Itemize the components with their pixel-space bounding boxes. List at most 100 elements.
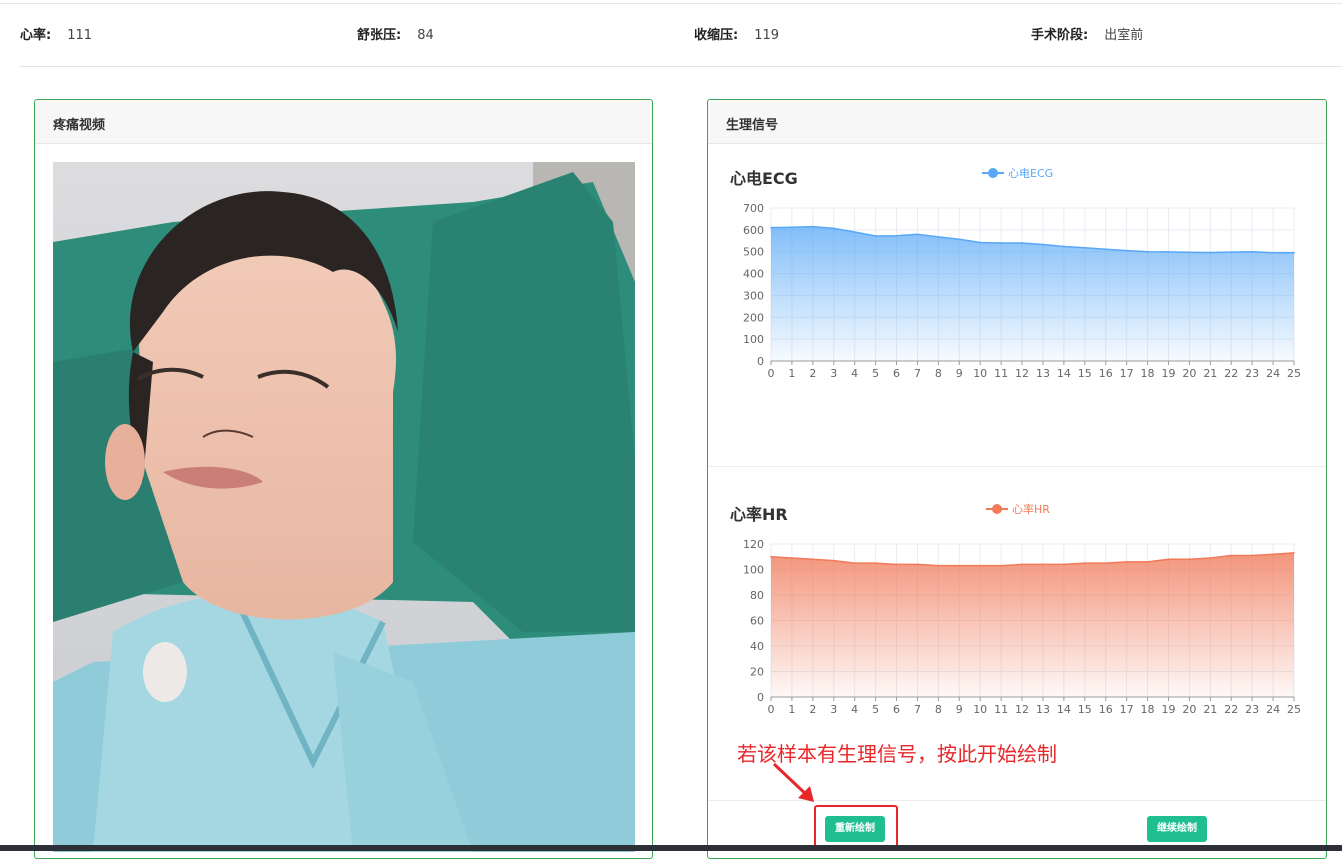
x-tick-label: 3 (830, 703, 837, 716)
x-tick-label: 13 (1036, 367, 1050, 380)
x-tick-label: 24 (1266, 703, 1280, 716)
y-tick-label: 300 (743, 289, 764, 302)
ecg-legend[interactable]: 心电ECG (982, 165, 1053, 181)
data-point (1146, 250, 1149, 253)
chart-divider (708, 466, 1326, 467)
data-point (958, 564, 961, 567)
y-tick-label: 100 (743, 333, 764, 346)
hr-legend[interactable]: 心率HR (986, 501, 1050, 517)
data-point (1188, 558, 1191, 561)
legend-marker-icon (986, 504, 1008, 514)
data-point (1230, 554, 1233, 557)
panel-title: 疼痛视频 (35, 100, 652, 144)
x-tick-label: 25 (1287, 367, 1301, 380)
y-tick-label: 0 (757, 691, 764, 704)
data-point (937, 564, 940, 567)
data-point (1209, 251, 1212, 254)
x-tick-label: 11 (994, 703, 1008, 716)
data-point (979, 241, 981, 244)
data-point (1251, 554, 1253, 557)
y-tick-label: 0 (757, 355, 764, 368)
data-point (1084, 246, 1086, 249)
top-divider (0, 3, 1342, 4)
x-tick-label: 14 (1057, 367, 1071, 380)
x-tick-label: 9 (956, 367, 963, 380)
x-tick-label: 9 (956, 703, 963, 716)
ecg-plot: 01002003004005006007000 1 2 3 4 5 6 7 8 9 10 11 12 13… (743, 202, 1301, 380)
data-point (1209, 557, 1212, 559)
vitals-divider (20, 66, 1342, 67)
x-tick-label: 5 (872, 367, 879, 380)
data-point (1042, 243, 1044, 246)
x-tick-label: 13 (1036, 703, 1050, 716)
y-tick-label: 60 (750, 615, 764, 628)
x-tick-label: 17 (1120, 367, 1134, 380)
video-frame-image (53, 162, 635, 852)
x-tick-label: 8 (935, 703, 942, 716)
x-tick-label: 0 (768, 367, 775, 380)
vital-surgery-stage: 手术阶段: 出室前 (1031, 24, 1143, 43)
data-point (770, 555, 772, 558)
data-point (812, 225, 814, 228)
data-point (874, 562, 877, 564)
y-tick-label: 100 (743, 564, 764, 577)
data-point (1000, 242, 1002, 244)
x-tick-label: 19 (1161, 367, 1175, 380)
x-tick-label: 2 (809, 367, 816, 380)
vital-diastolic: 舒张压: 84 (357, 24, 434, 43)
data-point (958, 238, 961, 241)
y-tick-label: 700 (743, 202, 764, 215)
x-tick-label: 10 (973, 367, 987, 380)
x-tick-label: 7 (914, 703, 921, 716)
vital-systolic: 收缩压: 119 (694, 24, 779, 43)
x-tick-label: 23 (1245, 703, 1259, 716)
x-tick-label: 2 (809, 703, 816, 716)
x-tick-label: 3 (830, 367, 837, 380)
x-tick-label: 21 (1203, 367, 1217, 380)
vital-label: 收缩压: (694, 28, 739, 43)
vital-label: 心率: (20, 28, 52, 43)
data-point (1042, 563, 1044, 566)
data-point (895, 563, 898, 566)
data-point (1293, 252, 1295, 254)
data-point (1063, 563, 1065, 566)
x-tick-label: 12 (1015, 367, 1029, 380)
data-point (832, 559, 835, 562)
x-tick-label: 6 (893, 703, 900, 716)
data-point (1104, 248, 1107, 251)
x-tick-label: 21 (1203, 703, 1217, 716)
data-point (1230, 251, 1233, 253)
redraw-button[interactable]: 重新绘制 (825, 816, 885, 842)
legend-label: 心率HR (1012, 503, 1050, 516)
y-tick-label: 400 (743, 268, 764, 281)
x-tick-label: 1 (788, 367, 795, 380)
continue-draw-button[interactable]: 继续绘制 (1147, 816, 1207, 842)
data-point (1084, 562, 1086, 564)
series-area (771, 552, 1294, 697)
data-point (1021, 242, 1023, 244)
y-tick-label: 200 (743, 311, 764, 324)
data-point (853, 562, 856, 564)
data-point (1167, 558, 1170, 561)
data-point (1000, 564, 1002, 567)
data-point (1104, 562, 1107, 564)
x-tick-label: 11 (994, 367, 1008, 380)
x-tick-label: 17 (1120, 703, 1134, 716)
data-point (916, 563, 919, 566)
chart-title: 心电ECG (730, 169, 798, 188)
vitals-bar: 心率: 111 舒张压: 84 收缩压: 119 手术阶段: 出室前 (20, 20, 1320, 46)
pain-video[interactable] (53, 162, 635, 852)
chart-title: 心率HR (730, 505, 788, 524)
x-tick-label: 16 (1099, 703, 1113, 716)
series-area (771, 226, 1294, 361)
vital-heart-rate: 心率: 111 (20, 24, 92, 43)
data-point (1146, 561, 1149, 563)
data-point (1272, 252, 1274, 254)
x-tick-label: 19 (1161, 703, 1175, 716)
data-point (1063, 245, 1065, 248)
vital-value: 出室前 (1104, 28, 1144, 43)
x-tick-label: 22 (1224, 367, 1238, 380)
data-point (874, 235, 877, 237)
x-tick-label: 7 (914, 367, 921, 380)
data-point (1125, 249, 1128, 252)
